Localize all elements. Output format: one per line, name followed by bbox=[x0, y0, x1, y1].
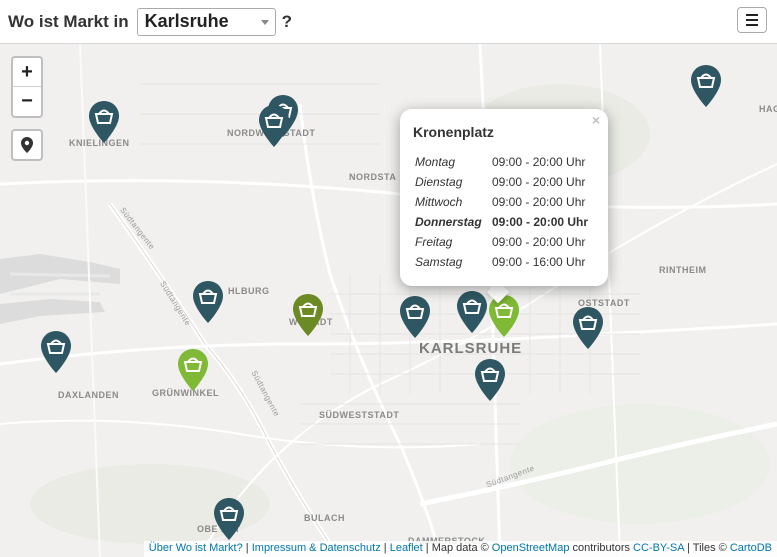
market-marker[interactable] bbox=[572, 306, 604, 350]
label-daxlanden: DAXLANDEN bbox=[58, 390, 120, 400]
map-pin-icon bbox=[21, 137, 33, 153]
market-marker[interactable] bbox=[192, 280, 224, 324]
market-marker[interactable] bbox=[40, 330, 72, 374]
hours-cell: 09:00 - 20:00 Uhr bbox=[492, 195, 586, 209]
popup-title: Kronenplatz bbox=[413, 124, 494, 140]
hamburger-icon bbox=[746, 14, 758, 16]
menu-button[interactable] bbox=[737, 7, 767, 33]
table-row: Dienstag 09:00 - 20:00 Uhr bbox=[413, 172, 588, 192]
map[interactable]: KNIELINGEN NORDWESTSTADT NORDSTA HLBURG … bbox=[0, 44, 777, 557]
chevron-down-icon bbox=[260, 19, 269, 25]
day-cell: Samstag bbox=[415, 255, 463, 269]
attribution: Über Wo ist Markt? | Impressum & Datensc… bbox=[143, 541, 777, 557]
zoom-in-button[interactable]: + bbox=[13, 58, 41, 87]
table-row: Samstag 09:00 - 16:00 Uhr bbox=[413, 252, 588, 272]
app-title: Wo ist Markt in bbox=[8, 11, 129, 31]
map-data-text: | Map data © bbox=[422, 542, 492, 554]
market-marker[interactable] bbox=[258, 104, 290, 148]
label-rintheim: RINTHEIM bbox=[659, 265, 707, 275]
label-suedweststadt: SÜDWESTSTADT bbox=[319, 410, 400, 420]
market-marker[interactable] bbox=[399, 295, 431, 339]
hours-cell: 09:00 - 20:00 Uhr bbox=[492, 175, 586, 189]
market-marker[interactable] bbox=[474, 358, 506, 402]
market-marker[interactable] bbox=[456, 290, 488, 334]
opening-hours-table: Montag 09:00 - 20:00 Uhr Dienstag 09:00 - … bbox=[413, 152, 588, 272]
label-nordstadt: NORDSTA bbox=[349, 172, 397, 182]
market-marker[interactable] bbox=[213, 497, 245, 541]
market-marker[interactable] bbox=[690, 64, 722, 108]
day-cell: Dienstag bbox=[415, 175, 463, 189]
top-bar: Wo ist Markt in Karlsruhe ? bbox=[0, 0, 777, 44]
zoom-out-button[interactable]: − bbox=[13, 87, 41, 116]
hours-cell: 09:00 - 20:00 Uhr bbox=[492, 235, 586, 249]
city-select[interactable]: Karlsruhe bbox=[136, 7, 276, 36]
hours-cell: 09:00 - 20:00 Uhr bbox=[492, 215, 589, 229]
imprint-link[interactable]: Impressum & Datenschutz bbox=[252, 542, 381, 554]
table-row: Mittwoch 09:00 - 20:00 Uhr bbox=[413, 192, 588, 212]
label-muehlburg: HLBURG bbox=[228, 286, 270, 296]
market-popup: × Kronenplatz Montag 09:00 - 20:00 Uhr Di… bbox=[400, 109, 608, 286]
close-icon[interactable]: × bbox=[592, 112, 600, 128]
city-select-value: Karlsruhe bbox=[144, 11, 229, 31]
day-cell: Mittwoch bbox=[415, 195, 463, 209]
separator: | bbox=[242, 542, 252, 554]
table-row: Montag 09:00 - 20:00 Uhr bbox=[413, 152, 588, 172]
separator: | bbox=[380, 542, 390, 554]
tiles-text: | Tiles © bbox=[684, 542, 730, 554]
day-cell: Donnerstag bbox=[415, 215, 482, 229]
leaflet-link[interactable]: Leaflet bbox=[390, 542, 423, 554]
table-row: Freitag 09:00 - 20:00 Uhr bbox=[413, 232, 588, 252]
help-link[interactable]: ? bbox=[282, 12, 292, 32]
label-hag: HAG bbox=[759, 104, 777, 114]
cartodb-link[interactable]: CartoDB bbox=[730, 542, 772, 554]
osm-link[interactable]: OpenStreetMap bbox=[492, 542, 570, 554]
market-marker-today[interactable] bbox=[292, 293, 324, 337]
market-marker-now[interactable] bbox=[177, 348, 209, 392]
table-row-today: Donnerstag 09:00 - 20:00 Uhr bbox=[413, 212, 588, 232]
market-marker[interactable] bbox=[88, 100, 120, 144]
market-marker-now-kronenplatz[interactable] bbox=[488, 294, 520, 338]
hours-cell: 09:00 - 16:00 Uhr bbox=[492, 255, 586, 269]
zoom-control: + − bbox=[11, 56, 43, 118]
license-link[interactable]: CC-BY-SA bbox=[633, 542, 684, 554]
day-cell: Montag bbox=[415, 155, 456, 169]
about-link[interactable]: Über Wo ist Markt? bbox=[149, 542, 243, 554]
hours-cell: 09:00 - 20:00 Uhr bbox=[492, 155, 586, 169]
contributors-text: contributors bbox=[569, 542, 634, 554]
day-cell: Freitag bbox=[415, 235, 453, 249]
locate-button[interactable] bbox=[11, 129, 43, 161]
label-karlsruhe: KARLSRUHE bbox=[419, 340, 523, 357]
label-bulach: BULACH bbox=[304, 513, 345, 523]
